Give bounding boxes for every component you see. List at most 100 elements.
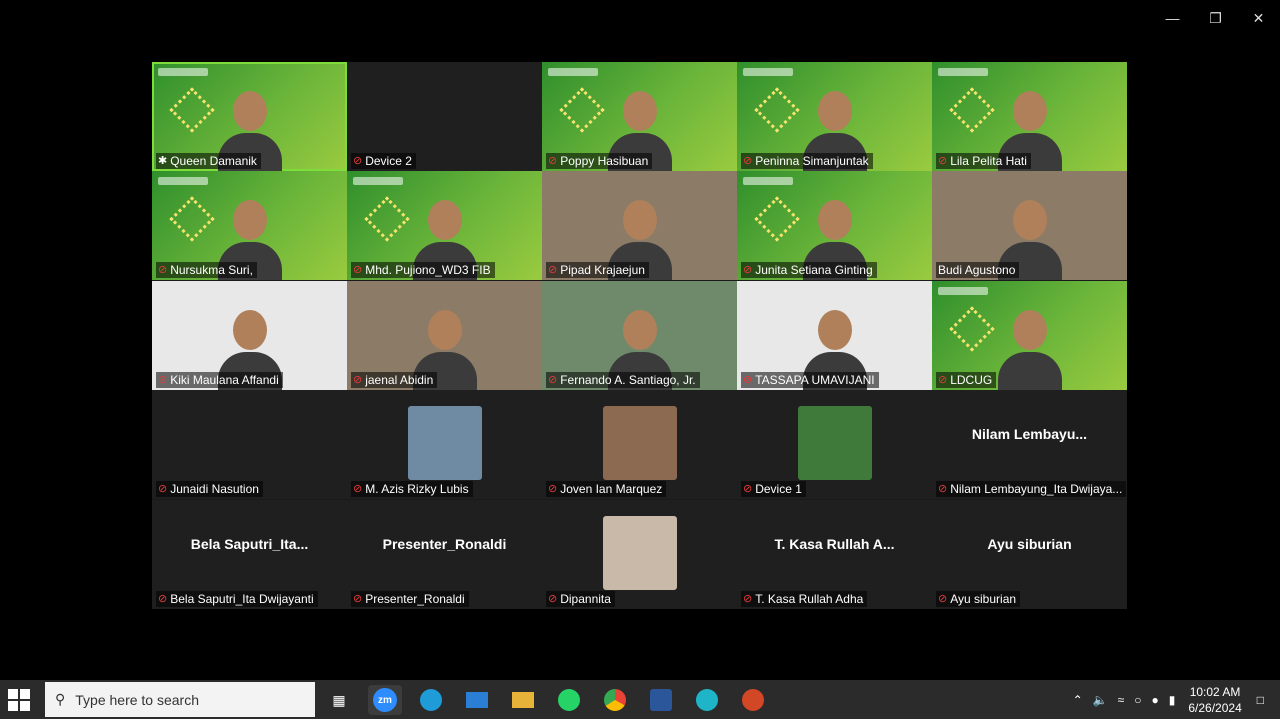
participant-name: M. Azis Rizky Lubis xyxy=(365,482,469,497)
participant-tile[interactable]: Ayu siburian ⊘ Ayu siburian xyxy=(932,499,1127,609)
participant-name: Joven Ian Marquez xyxy=(560,482,663,497)
mic-muted-icon: ⊘ xyxy=(353,264,363,277)
background-emblem xyxy=(949,87,995,133)
whatsapp-icon[interactable] xyxy=(552,685,586,715)
profile-picture xyxy=(602,515,677,590)
participant-tile[interactable]: T. Kasa Rullah A... ⊘ T. Kasa Rullah Adha xyxy=(737,499,932,609)
participant-name: Poppy Hasibuan xyxy=(560,154,649,168)
participant-tile[interactable]: ⊘ LDCUG xyxy=(932,280,1127,390)
powerpoint-icon[interactable] xyxy=(736,685,770,715)
participant-name: Nursukma Suri, xyxy=(170,263,253,278)
mic-muted-icon: ⊘ xyxy=(743,592,753,605)
participant-tile[interactable]: Nilam Lembayu... ⊘ Nilam Lembayung_Ita Dwi… xyxy=(932,390,1127,500)
participant-name: Nilam Lembayung_Ita Dwijaya... xyxy=(950,482,1123,497)
participant-name: Device 2 xyxy=(365,154,412,168)
participant-name: Junita Setiana Ginting xyxy=(755,263,873,278)
mic-muted-icon: ⊘ xyxy=(548,155,558,167)
participant-tile[interactable]: ⊘ Poppy Hasibuan xyxy=(542,62,737,171)
participant-name: Kiki Maulana Affandi xyxy=(170,372,279,387)
participant-name-label: ⊘ Mhd. Pujiono_WD3 FIB xyxy=(351,262,495,279)
participant-tile[interactable]: ⊘ jaenal Abidin xyxy=(347,280,542,390)
university-logo xyxy=(548,68,598,76)
edge-browser-icon[interactable] xyxy=(414,685,448,715)
file-explorer-icon[interactable] xyxy=(506,685,540,715)
participant-name-label: ✱ Queen Damanik xyxy=(156,153,261,169)
minimize-button[interactable]: — xyxy=(1151,0,1194,36)
search-placeholder: Type here to search xyxy=(75,691,200,708)
clock[interactable]: 10:02 AM 6/26/2024 xyxy=(1188,684,1241,716)
search-icon: ⚲ xyxy=(55,691,66,707)
mic-muted-icon: ⊘ xyxy=(158,373,168,386)
participant-tile[interactable]: ✱ Queen Damanik xyxy=(152,62,347,171)
participant-name: LDCUG xyxy=(950,372,993,387)
participant-tile[interactable]: ⊘ Dipannita xyxy=(542,499,737,609)
participant-tile[interactable]: Bela Saputri_Ita... ⊘ Bela Saputri_Ita Dwi… xyxy=(152,499,347,609)
participant-name: Bela Saputri_Ita Dwijayanti xyxy=(170,591,314,606)
notification-icon[interactable]: □ xyxy=(1257,693,1264,707)
participant-tile[interactable]: ⊘ Pipad Krajaejun xyxy=(542,171,737,281)
close-button[interactable]: ✕ xyxy=(1237,0,1280,36)
participant-name-label: ⊘ Nursukma Suri, xyxy=(156,262,257,279)
wifi-icon[interactable]: ≈ xyxy=(1118,693,1125,707)
mic-muted-icon: ⊘ xyxy=(938,592,948,605)
battery-icon[interactable]: ▮ xyxy=(1169,693,1176,707)
participant-tile[interactable]: ⊘ Fernando A. Santiago, Jr. xyxy=(542,280,737,390)
participant-tile[interactable]: Budi Agustono xyxy=(932,171,1127,281)
participant-name: Ayu siburian xyxy=(950,591,1017,606)
profile-picture xyxy=(602,406,677,481)
windows-start-icon[interactable] xyxy=(8,689,30,711)
participant-tile[interactable]: ⊘ M. Azis Rizky Lubis xyxy=(347,390,542,500)
background-emblem xyxy=(169,196,215,243)
participant-tile[interactable]: ⊘ Device 2 xyxy=(347,62,542,171)
participant-name: Peninna Simanjuntak xyxy=(755,154,869,168)
restore-button[interactable]: ❐ xyxy=(1194,0,1237,36)
microphone-icon[interactable]: ● xyxy=(1152,693,1159,707)
participant-tile[interactable]: ⊘ Peninna Simanjuntak xyxy=(737,62,932,171)
mic-muted-icon: ⊘ xyxy=(938,483,948,496)
participant-name: Junaidi Nasution xyxy=(170,482,259,497)
participant-tile[interactable]: ⊘ Device 1 xyxy=(737,390,932,500)
taskbar: ⚲ Type here to search ▦ zm ⌃ 🔈 ≈ ○ ● ▮ 1… xyxy=(0,680,1280,719)
mic-muted-icon: ⊘ xyxy=(548,592,558,605)
participant-tile[interactable]: ⊘ Kiki Maulana Affandi xyxy=(152,280,347,390)
participant-tile[interactable]: ⊘ Lila Pelita Hati xyxy=(932,62,1127,171)
taskbar-search-box[interactable]: ⚲ Type here to search xyxy=(45,682,315,717)
window-controls: — ❐ ✕ xyxy=(1151,0,1280,36)
meet-now-icon[interactable]: ○ xyxy=(1134,693,1141,707)
copilot-icon[interactable] xyxy=(690,685,724,715)
chevron-up-icon[interactable]: ⌃ xyxy=(1073,693,1083,707)
zoom-app-icon[interactable]: zm xyxy=(368,685,402,715)
participant-display-name: Presenter_Ronaldi xyxy=(382,535,507,552)
chrome-icon[interactable] xyxy=(598,685,632,715)
mic-muted-icon: ⊘ xyxy=(158,592,168,605)
participant-tile[interactable]: ⊘ TASSAPA UMAVIJANI xyxy=(737,280,932,390)
participant-name: Fernando A. Santiago, Jr. xyxy=(560,372,696,387)
university-logo xyxy=(938,68,988,76)
mail-icon[interactable] xyxy=(460,685,494,715)
mic-muted-icon: ⊘ xyxy=(548,264,558,277)
participant-tile[interactable]: Presenter_Ronaldi ⊘ Presenter_Ronaldi xyxy=(347,499,542,609)
university-logo xyxy=(743,68,793,76)
mic-muted-icon: ⊘ xyxy=(743,155,753,167)
participant-tile[interactable]: ⊘ Junaidi Nasution xyxy=(152,390,347,500)
participant-name: Pipad Krajaejun xyxy=(560,263,645,278)
university-logo xyxy=(158,177,208,186)
participant-display-name: Ayu siburian xyxy=(987,535,1072,552)
background-emblem xyxy=(169,87,215,133)
university-logo xyxy=(353,177,403,186)
participant-tile[interactable]: ⊘ Mhd. Pujiono_WD3 FIB xyxy=(347,171,542,281)
participant-tile[interactable]: ⊘ Joven Ian Marquez xyxy=(542,390,737,500)
word-icon[interactable] xyxy=(644,685,678,715)
university-logo xyxy=(938,286,988,295)
university-logo xyxy=(158,68,208,76)
participant-tile[interactable]: ⊘ Junita Setiana Ginting xyxy=(737,171,932,281)
mic-muted-icon: ⊘ xyxy=(158,264,168,277)
system-tray: ⌃ 🔈 ≈ ○ ● ▮ 10:02 AM 6/26/2024 □ xyxy=(1068,680,1280,719)
participant-name-label: ⊘ Junaidi Nasution xyxy=(156,481,263,498)
participant-tile[interactable]: ⊘ Nursukma Suri, xyxy=(152,171,347,281)
speaker-muted-icon[interactable]: 🔈 xyxy=(1093,693,1108,707)
participant-display-name: Nilam Lembayu... xyxy=(971,426,1088,443)
task-view-icon[interactable]: ▦ xyxy=(322,685,356,715)
participant-name: Lila Pelita Hati xyxy=(950,154,1027,168)
participant-name: Dipannita xyxy=(560,591,611,606)
